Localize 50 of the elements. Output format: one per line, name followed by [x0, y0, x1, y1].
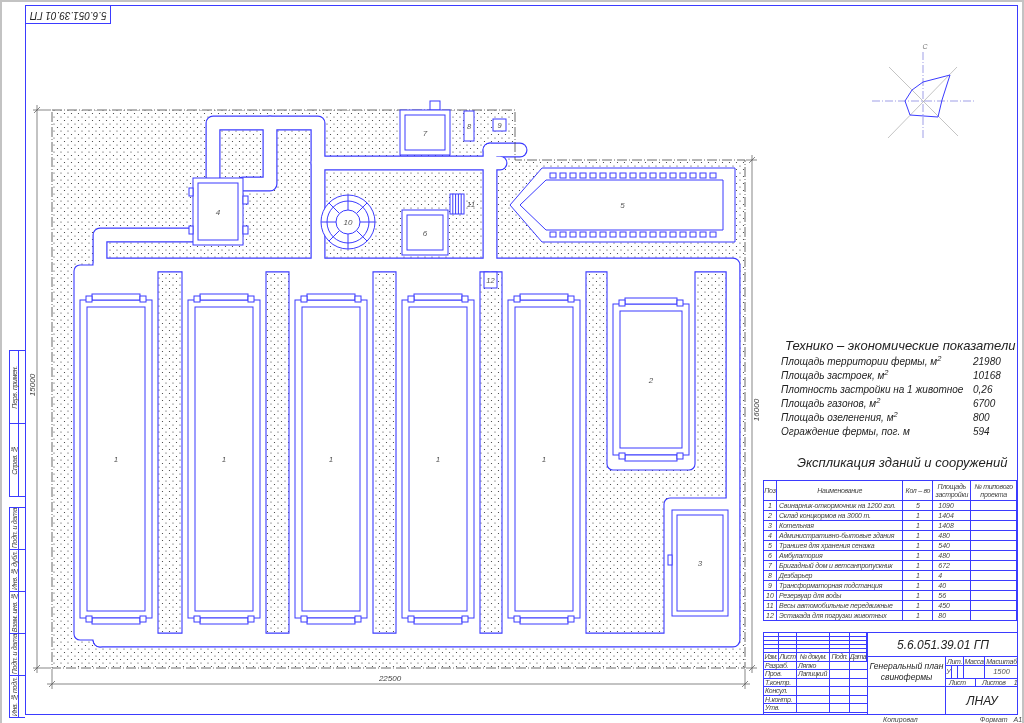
indicator-value: 10168	[973, 371, 1001, 381]
building-number: 1	[435, 455, 441, 464]
dimension-value: 16000	[752, 398, 760, 422]
indicator-label: Площадь озеленения, м$^{2}$	[781, 412, 898, 423]
indicator-value: 594	[973, 427, 990, 437]
building-number: 1	[221, 455, 227, 464]
indicator-value: 6700	[973, 399, 996, 409]
building-number: 3	[697, 559, 703, 568]
drawing-number: 5.6.051.39.01 ГП	[897, 638, 989, 651]
indicator-value: 21980	[973, 357, 1001, 367]
empty-cell	[830, 678, 850, 687]
building-number: 6	[422, 228, 428, 238]
organization-name: ЛНАУ	[966, 694, 998, 707]
building-number: 2	[648, 375, 654, 385]
building-number: 4	[215, 207, 221, 217]
office-building	[188, 177, 249, 246]
empty-cell	[830, 661, 850, 670]
small-structure	[483, 271, 498, 289]
drawing-code: 5.6.051.39.01 ГП	[29, 9, 107, 20]
indicator-label: Ограждение фермы, пог. м	[781, 426, 910, 437]
empty-cell	[797, 695, 830, 704]
building-number: 5	[620, 201, 625, 210]
building-number: 11	[466, 200, 476, 209]
building-number: 10	[343, 218, 353, 227]
clinic-building	[401, 209, 449, 256]
dimension-value: 22500	[378, 674, 402, 683]
drawing-title: Генеральный план свинофермы	[868, 660, 945, 683]
small-structure	[463, 110, 475, 142]
building-number: 1	[541, 455, 547, 464]
indicator-label: Площадь территории фермы, м$^{2}$	[781, 356, 942, 367]
house-building	[399, 100, 451, 156]
empty-cell	[830, 695, 850, 704]
indicator-value: 800	[973, 413, 990, 423]
round-tank	[320, 194, 376, 250]
dimension-value: 15000	[28, 373, 37, 397]
indicator-label: Плотность застройки на 1 животное	[781, 384, 964, 395]
indicators-title: Технико – экономические показатели	[785, 337, 1016, 355]
explication-title: Экспликация зданий и сооружений	[797, 454, 1008, 472]
indicator-label: Площадь газонов, м$^{2}$	[781, 398, 881, 409]
hatched-platform	[449, 193, 465, 215]
building-number: 7	[422, 128, 428, 138]
building-number: 1	[328, 455, 334, 464]
indicator-label: Площадь застроек, м$^{2}$	[781, 370, 889, 381]
indicator-value: 0,26	[973, 385, 993, 395]
building-number: 1	[113, 455, 119, 464]
empty-cell	[797, 678, 830, 687]
empty-cell	[797, 687, 830, 696]
empty-cell	[830, 687, 850, 696]
empty-cell	[830, 670, 850, 679]
small-structure	[492, 118, 507, 132]
